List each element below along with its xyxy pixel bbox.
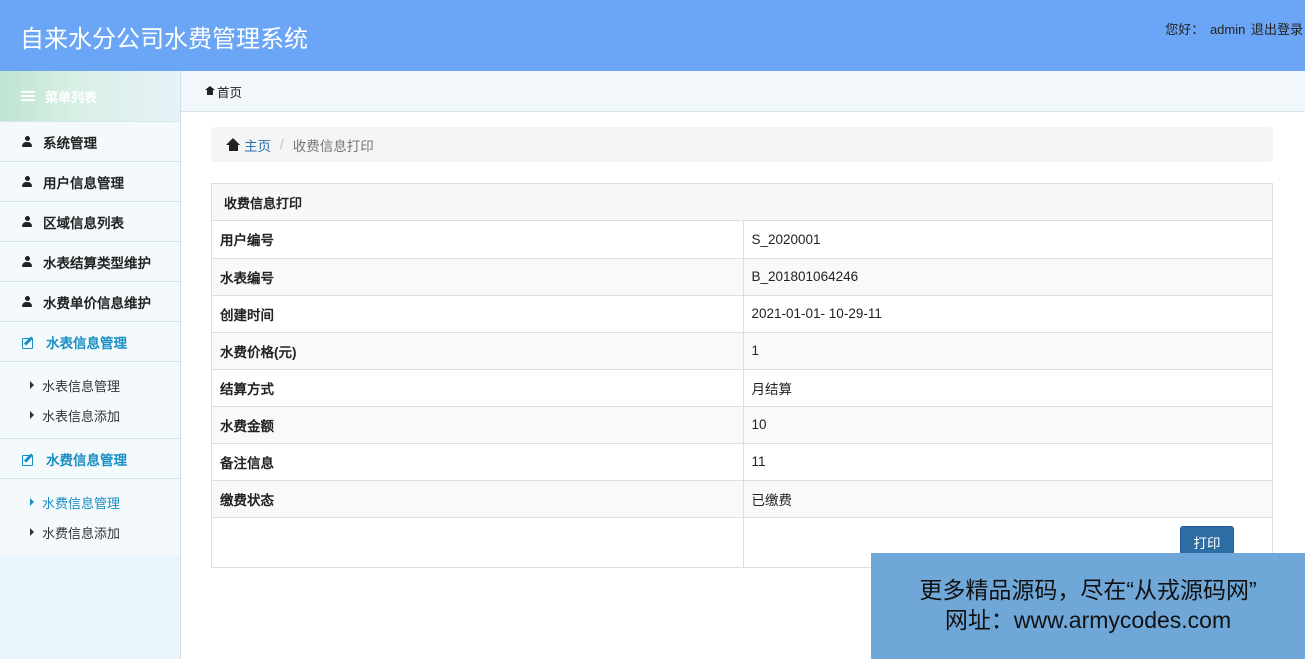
user-icon — [22, 216, 32, 227]
field-label: 水费金额 — [212, 406, 744, 444]
home-icon — [205, 85, 215, 95]
app-header: 自来水分公司水费管理系统 您好： admin 退出登录 — [0, 0, 1305, 71]
breadcrumb: 主页 / 收费信息打印 — [211, 127, 1273, 162]
app-title: 自来水分公司水费管理系统 — [20, 26, 308, 53]
caret-right-icon — [30, 381, 34, 389]
table-row: 水费金额 10 — [212, 406, 1272, 444]
caret-right-icon — [30, 528, 34, 536]
sidebar-subitem-fee-add[interactable]: 水费信息添加 — [0, 517, 180, 547]
sidebar-item-settlement-types[interactable]: 水表结算类型维护 — [0, 242, 180, 282]
sidebar-section-label: 水表信息管理 — [46, 335, 127, 351]
tab-bar: 首页 — [181, 71, 1305, 112]
fee-info-table: 用户编号 S_2020001 水表编号 B_201801064246 创建时间 … — [212, 221, 1272, 567]
sidebar-subitem-label: 水费信息添加 — [42, 525, 121, 541]
watermark-line-2: 网址：www.armycodes.com — [944, 607, 1232, 633]
list-icon — [21, 90, 35, 102]
edit-icon — [22, 336, 35, 349]
sidebar-subitem-meter-add[interactable]: 水表信息添加 — [0, 400, 180, 430]
field-value: S_2020001 — [743, 221, 1272, 259]
sidebar-subitem-fee-manage[interactable]: 水费信息管理 — [0, 487, 180, 517]
tab-home[interactable]: 首页 — [217, 82, 242, 101]
sidebar-item-label: 区域信息列表 — [43, 215, 124, 231]
sidebar-section-label: 水费信息管理 — [46, 452, 127, 468]
sidebar-item-system[interactable]: 系统管理 — [0, 122, 180, 162]
field-value: 10 — [743, 406, 1272, 444]
user-icon — [22, 256, 32, 267]
field-label: 缴费状态 — [212, 480, 744, 518]
table-row: 创建时间 2021-01-01- 10-29-11 — [212, 295, 1272, 333]
user-area: 您好： admin 退出登录 — [1163, 19, 1303, 38]
table-row: 水费价格(元) 1 — [212, 332, 1272, 370]
sidebar-item-users[interactable]: 用户信息管理 — [0, 162, 180, 202]
home-icon — [226, 137, 241, 152]
username: admin — [1209, 22, 1246, 37]
sidebar-sublist-meters: 水表信息管理 水表信息添加 — [0, 362, 180, 439]
sidebar-sublist-fees: 水费信息管理 水费信息添加 — [0, 479, 180, 555]
logout-link[interactable]: 退出登录 — [1251, 22, 1303, 37]
table-row: 结算方式 月结算 — [212, 369, 1272, 407]
sidebar-section-meters[interactable]: 水表信息管理 — [0, 322, 180, 362]
menu-header: 菜单列表 — [0, 71, 180, 122]
sidebar-item-regions[interactable]: 区域信息列表 — [0, 202, 180, 242]
field-value: 月结算 — [743, 369, 1272, 407]
breadcrumb-current: 收费信息打印 — [292, 138, 374, 154]
field-label: 备注信息 — [212, 443, 744, 481]
fee-info-panel: 收费信息打印 用户编号 S_2020001 水表编号 B_20180106424… — [211, 183, 1273, 568]
empty-cell — [212, 517, 744, 567]
field-label: 创建时间 — [212, 295, 744, 333]
user-icon — [22, 136, 32, 147]
field-label: 水费价格(元) — [212, 332, 744, 370]
field-label: 用户编号 — [212, 221, 744, 259]
caret-right-icon — [30, 498, 34, 506]
panel-title: 收费信息打印 — [212, 184, 1272, 221]
watermark-line-1: 更多精品源码，尽在“从戎源码网” — [919, 577, 1257, 603]
sidebar-item-label: 系统管理 — [43, 135, 97, 151]
sidebar-item-label: 用户信息管理 — [43, 175, 124, 191]
sidebar: 菜单列表 系统管理 用户信息管理 区域信息列表 水表结算类型维护 水费单价信息维… — [0, 71, 181, 659]
sidebar-subitem-meter-manage[interactable]: 水表信息管理 — [0, 370, 180, 400]
menu-title: 菜单列表 — [45, 89, 98, 105]
edit-icon — [22, 453, 35, 466]
watermark-banner: 更多精品源码，尽在“从戎源码网” 网址：www.armycodes.com — [871, 553, 1305, 659]
breadcrumb-home-link[interactable]: 主页 — [244, 135, 271, 155]
field-label: 结算方式 — [212, 369, 744, 407]
field-label: 水表编号 — [212, 258, 744, 296]
table-row: 水表编号 B_201801064246 — [212, 258, 1272, 296]
sidebar-item-label: 水表结算类型维护 — [43, 255, 151, 271]
field-value: 已缴费 — [743, 480, 1272, 518]
caret-right-icon — [30, 411, 34, 419]
table-row: 用户编号 S_2020001 — [212, 221, 1272, 259]
sidebar-subitem-label: 水表信息管理 — [42, 378, 121, 394]
sidebar-item-label: 水费单价信息维护 — [43, 295, 151, 311]
sidebar-section-fees[interactable]: 水费信息管理 — [0, 439, 180, 479]
greeting-label: 您好： — [1165, 22, 1205, 37]
field-value: B_201801064246 — [743, 258, 1272, 296]
field-value: 1 — [743, 332, 1272, 370]
field-value: 2021-01-01- 10-29-11 — [743, 295, 1272, 333]
sidebar-subitem-label: 水表信息添加 — [42, 408, 121, 424]
user-icon — [22, 296, 32, 307]
sidebar-item-unit-price[interactable]: 水费单价信息维护 — [0, 282, 180, 322]
user-icon — [22, 176, 32, 187]
breadcrumb-separator: / — [280, 137, 284, 152]
sidebar-subitem-label: 水费信息管理 — [42, 495, 121, 511]
field-value: 11 — [743, 443, 1272, 481]
table-row: 备注信息 11 — [212, 443, 1272, 481]
table-row: 缴费状态 已缴费 — [212, 480, 1272, 518]
